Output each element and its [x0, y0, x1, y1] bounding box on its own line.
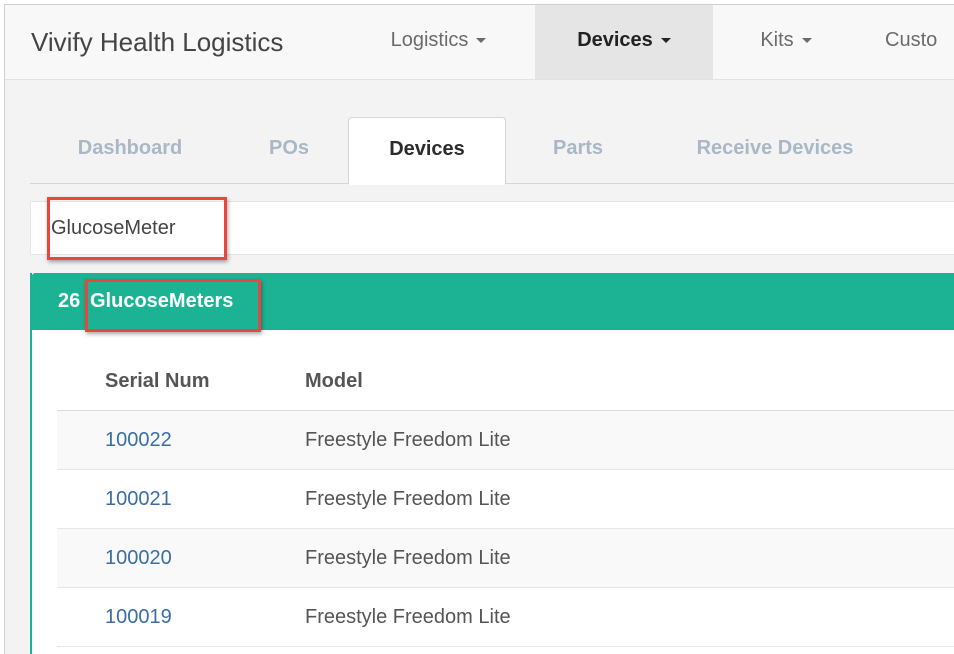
table-row[interactable]: 100021 Freestyle Freedom Lite [57, 469, 954, 529]
panel-header: 26 GlucoseMeters [32, 273, 954, 330]
serial-link[interactable]: 100021 [105, 488, 172, 510]
serial-link[interactable]: 100019 [105, 606, 172, 628]
caret-down-icon [801, 38, 812, 44]
nav-item-label: Kits [760, 29, 794, 51]
serial-cell: 100020 [57, 528, 305, 588]
model-cell: Freestyle Freedom Lite [305, 410, 954, 470]
nav-item-devices[interactable]: Devices [535, 5, 713, 79]
serial-cell: 100019 [57, 587, 305, 647]
nav-item-label: Custo [885, 29, 938, 51]
caret-down-icon [660, 38, 671, 44]
serial-cell: 100021 [57, 469, 305, 529]
model-cell: Freestyle Freedom Lite [305, 587, 954, 647]
brand-title[interactable]: Vivify Health Logistics [31, 27, 283, 58]
column-header-serial[interactable]: Serial Num [57, 353, 305, 411]
model-cell: Freestyle Freedom Lite [305, 528, 954, 588]
tab-receive-devices[interactable]: Receive Devices [670, 117, 880, 183]
table-header-row: Serial Num Model [57, 353, 954, 411]
nav-item-label: Devices [577, 29, 653, 51]
caret-down-icon [476, 38, 487, 44]
tab-pos[interactable]: POs [244, 117, 334, 183]
section-tabs: Dashboard POs Devices Parts Receive Devi… [30, 117, 954, 185]
search-bar [30, 201, 954, 255]
search-input[interactable] [51, 214, 651, 242]
table-row[interactable]: 100019 Freestyle Freedom Lite [57, 587, 954, 647]
app-frame: Vivify Health Logistics Logistics Device… [4, 4, 954, 654]
table-row[interactable]: 100020 Freestyle Freedom Lite [57, 528, 954, 588]
column-header-model[interactable]: Model [305, 353, 954, 411]
serial-link[interactable]: 100022 [105, 429, 172, 451]
serial-cell: 100022 [57, 410, 305, 470]
devices-panel: 26 GlucoseMeters Serial Num Model 100022… [30, 273, 954, 654]
result-count: 26 [58, 290, 81, 312]
nav-item-label: Logistics [390, 29, 469, 51]
nav-item-kits[interactable]: Kits [731, 5, 841, 79]
tab-devices[interactable]: Devices [348, 117, 506, 185]
panel-title: GlucoseMeters [90, 290, 234, 312]
top-navbar: Vivify Health Logistics Logistics Device… [5, 5, 954, 80]
nav-item-logistics[interactable]: Logistics [361, 5, 516, 79]
table-row[interactable]: 100022 Freestyle Freedom Lite [57, 410, 954, 470]
tab-dashboard[interactable]: Dashboard [30, 117, 230, 183]
serial-link[interactable]: 100020 [105, 547, 172, 569]
model-cell: Freestyle Freedom Lite [305, 469, 954, 529]
tab-parts[interactable]: Parts [528, 117, 628, 183]
nav-item-customers[interactable]: Custo [885, 5, 954, 79]
devices-table: Serial Num Model 100022 Freestyle Freedo… [57, 353, 954, 647]
